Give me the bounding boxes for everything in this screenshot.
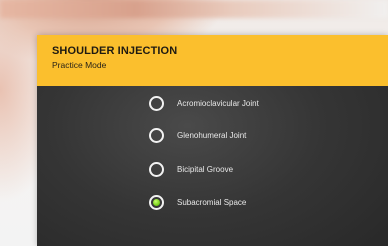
options-list: Acromioclavicular Joint Glenohumeral Joi… [37,86,388,246]
option-label: Bicipital Groove [177,164,234,174]
radio-button-icon[interactable] [149,95,164,111]
panel-subtitle: Practice Mode [52,60,107,70]
option-label: Subacromial Space [177,197,247,207]
option-subacromial-space[interactable]: Subacromial Space [149,193,246,211]
radio-button-icon[interactable] [149,161,164,177]
quiz-panel: SHOULDER INJECTION Practice Mode Acromio… [37,35,388,246]
background-photo-strip [0,0,388,18]
radio-button-selected-icon[interactable] [149,194,164,210]
panel-header: SHOULDER INJECTION Practice Mode [37,35,388,86]
option-bicipital-groove[interactable]: Bicipital Groove [149,160,233,178]
option-glenohumeral-joint[interactable]: Glenohumeral Joint [149,126,246,144]
option-acromioclavicular-joint[interactable]: Acromioclavicular Joint [149,94,259,112]
option-label: Acromioclavicular Joint [177,98,259,108]
option-label: Glenohumeral Joint [177,130,247,140]
panel-title: SHOULDER INJECTION [52,45,178,57]
radio-button-icon[interactable] [149,127,164,143]
